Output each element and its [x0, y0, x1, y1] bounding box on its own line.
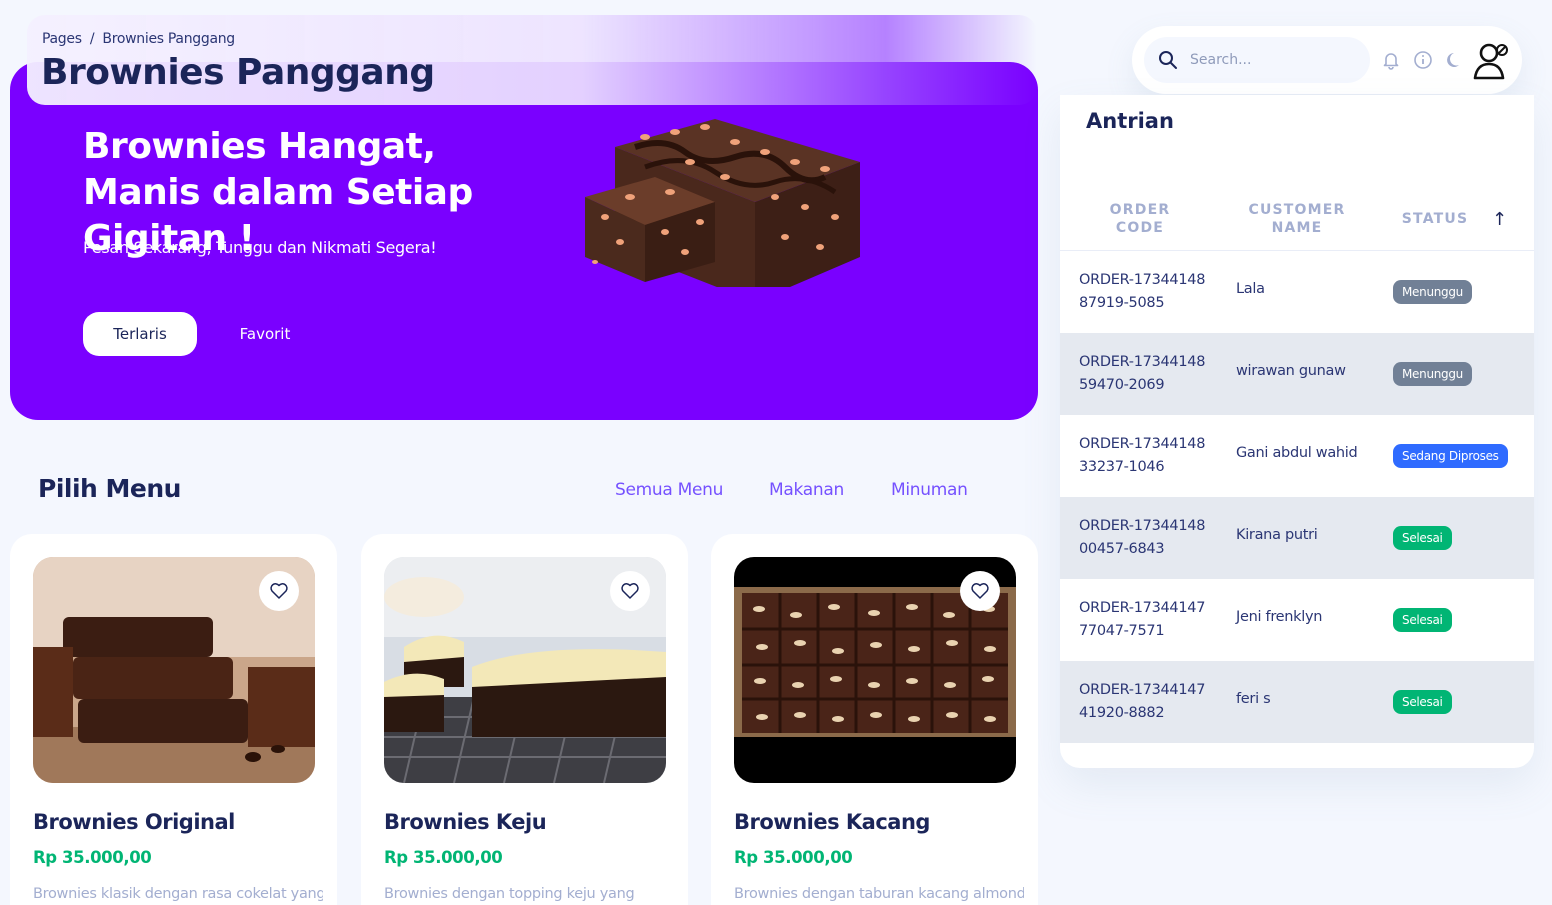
- column-header-order-code[interactable]: ORDER CODE: [1100, 201, 1180, 237]
- customer-name: feri s: [1236, 691, 1271, 707]
- product-name: Brownies Keju: [384, 810, 547, 834]
- heart-icon: [270, 583, 288, 599]
- table-row[interactable]: ORDER-17344148 00457-6843 Kirana putri Se…: [1060, 497, 1534, 579]
- column-header-status[interactable]: STATUS: [1395, 210, 1475, 228]
- breadcrumb: Pages / Brownies Panggang: [42, 31, 239, 47]
- menu-title: Pilih Menu: [38, 474, 181, 503]
- order-code: ORDER-17344148 33237-1046: [1079, 436, 1206, 475]
- product-card[interactable]: Brownies Keju Rp 35.000,00 Brownies deng…: [361, 534, 688, 905]
- hero-banner: Brownies Hangat, Manis dalam Setiap Gigi…: [10, 62, 1038, 420]
- column-header-customer-line1: CUSTOMER: [1248, 202, 1346, 218]
- status-badge: Selesai: [1393, 690, 1452, 714]
- customer-name: Gani abdul wahid: [1236, 445, 1358, 461]
- order-code: ORDER-17344148 59470-2069: [1079, 354, 1206, 393]
- queue-title: Antrian: [1086, 109, 1174, 133]
- product-price: Rp 35.000,00: [33, 848, 152, 867]
- heart-icon: [971, 583, 989, 599]
- page-title: Brownies Panggang: [41, 52, 435, 93]
- filter-semua-menu[interactable]: Semua Menu: [615, 480, 723, 500]
- table-row[interactable]: ORDER-17344147 77047-7571 Jeni frenklyn S…: [1060, 579, 1534, 661]
- sort-arrow-icon[interactable]: ↑: [1492, 209, 1507, 230]
- info-icon[interactable]: [1413, 50, 1433, 70]
- product-name: Brownies Original: [33, 810, 235, 834]
- search-box: [1144, 37, 1370, 83]
- filter-makanan[interactable]: Makanan: [769, 480, 844, 500]
- heart-icon: [621, 583, 639, 599]
- order-code: ORDER-17344147 77047-7571: [1079, 600, 1206, 639]
- table-row[interactable]: ORDER-17344148 87919-5085 Lala Menunggu: [1060, 251, 1534, 333]
- search-icon: [1159, 51, 1177, 69]
- product-description: Brownies klasik dengan rasa cokelat yang: [33, 886, 323, 902]
- product-description: Brownies dengan taburan kacang almond: [734, 886, 1024, 902]
- breadcrumb-current: Brownies Panggang: [102, 31, 235, 47]
- order-code: ORDER-17344148 00457-6843: [1079, 518, 1206, 557]
- product-image: [734, 557, 1016, 783]
- product-card[interactable]: Brownies Original Rp 35.000,00 Brownies …: [10, 534, 337, 905]
- favorite-button[interactable]: [610, 571, 650, 611]
- breadcrumb-root[interactable]: Pages: [42, 31, 82, 47]
- product-image: [384, 557, 666, 783]
- bell-icon[interactable]: [1381, 50, 1401, 70]
- order-code: ORDER-17344147 41920-8882: [1079, 682, 1206, 721]
- navbar: [1132, 26, 1522, 94]
- breadcrumb-separator: /: [89, 31, 95, 47]
- product-image: [33, 557, 315, 783]
- customer-name: Kirana putri: [1236, 527, 1318, 543]
- order-code: ORDER-17344148 87919-5085: [1079, 272, 1206, 311]
- customer-name: Jeni frenklyn: [1236, 609, 1323, 625]
- favorit-button[interactable]: Favorit: [215, 312, 315, 356]
- customer-name: Lala: [1236, 281, 1265, 297]
- column-header-customer-name[interactable]: CUSTOMER NAME: [1242, 201, 1352, 237]
- column-header-customer-line2: NAME: [1271, 220, 1323, 236]
- queue-table-header: ORDER CODE CUSTOMER NAME STATUS ↑: [1060, 187, 1534, 251]
- table-row[interactable]: ORDER-17344148 59470-2069 wirawan gunaw M…: [1060, 333, 1534, 415]
- customer-name: wirawan gunaw: [1236, 363, 1346, 379]
- status-badge: Sedang Diproses: [1393, 444, 1508, 468]
- table-row[interactable]: ORDER-17344147 41920-8882 feri s Selesai: [1060, 661, 1534, 743]
- product-description: Brownies dengan topping keju yang: [384, 886, 635, 902]
- table-row[interactable]: ORDER-17344148 33237-1046 Gani abdul wahi…: [1060, 415, 1534, 497]
- filter-minuman[interactable]: Minuman: [891, 480, 968, 500]
- queue-panel: Antrian ORDER CODE CUSTOMER NAME STATUS …: [1060, 95, 1534, 768]
- status-badge: Selesai: [1393, 526, 1452, 550]
- status-badge: Menunggu: [1393, 280, 1472, 304]
- column-header-order-code-line2: CODE: [1115, 220, 1165, 236]
- column-header-order-code-line1: ORDER: [1109, 202, 1171, 218]
- favorite-button[interactable]: [960, 571, 1000, 611]
- product-card[interactable]: Brownies Kacang Rp 35.000,00 Brownies de…: [711, 534, 1038, 905]
- favorite-button[interactable]: [259, 571, 299, 611]
- product-price: Rp 35.000,00: [384, 848, 503, 867]
- status-badge: Selesai: [1393, 608, 1452, 632]
- status-badge: Menunggu: [1393, 362, 1472, 386]
- moon-icon[interactable]: [1445, 50, 1465, 70]
- hero-subtitle: Pesan Sekarang, Tunggu dan Nikmati Seger…: [83, 238, 437, 257]
- product-price: Rp 35.000,00: [734, 848, 853, 867]
- search-input[interactable]: [1190, 37, 1360, 83]
- product-name: Brownies Kacang: [734, 810, 930, 834]
- terlaris-button[interactable]: Terlaris: [83, 312, 197, 356]
- user-avatar-icon[interactable]: [1472, 40, 1512, 80]
- brownie-illustration: [585, 119, 860, 287]
